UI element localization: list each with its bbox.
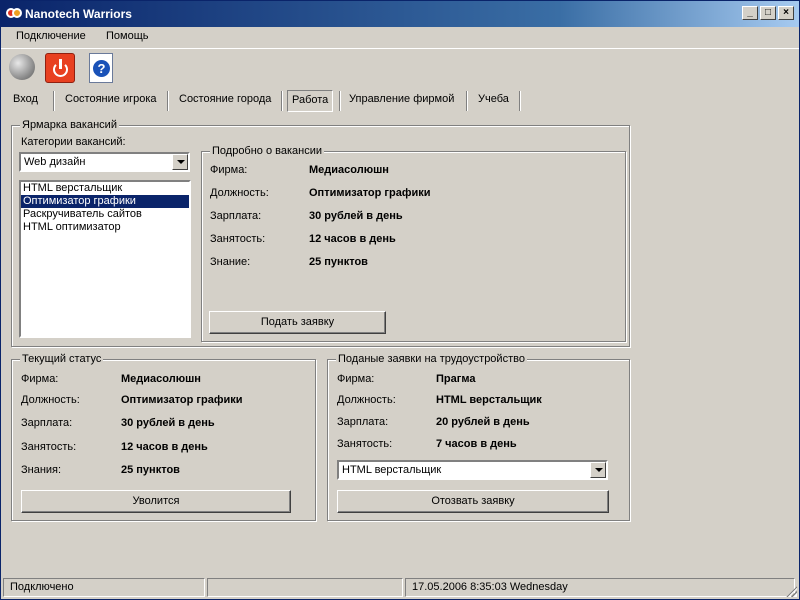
detail-position-label: Должность: — [210, 187, 269, 199]
window-title: Nanotech Warriors — [25, 7, 132, 21]
categories-label: Категории вакансий: — [21, 136, 126, 148]
applications-group: Поданые заявки на трудоустройство Фирма:… — [327, 353, 630, 521]
tab-separator — [53, 91, 55, 111]
app-logo-icon — [6, 7, 22, 21]
menu-bar: Подключение Помощь — [1, 27, 799, 47]
status-knowledge-label: Знания: — [21, 464, 62, 476]
help-button[interactable]: ? — [87, 53, 117, 83]
datetime-status: 17.05.2006 8:35:03 Wednesday — [405, 578, 795, 597]
app-position-label: Должность: — [337, 394, 396, 406]
app-salary-label: Зарплата: — [337, 416, 389, 428]
application-dropdown-button[interactable] — [590, 462, 606, 478]
detail-firm-value: Медиасолюшн — [309, 164, 389, 176]
list-item[interactable]: Раскручиватель сайтов — [21, 208, 189, 221]
status-employment-label: Занятость: — [21, 441, 77, 453]
apply-button[interactable]: Подать заявку — [209, 311, 386, 334]
toolbar: ? — [1, 48, 799, 88]
status-firm-label: Фирма: — [21, 373, 59, 385]
list-item[interactable]: HTML верстальщик — [21, 182, 189, 195]
tab-separator — [167, 91, 169, 111]
app-window: Nanotech Warriors _ □ × Подключение Помо… — [0, 0, 800, 600]
status-knowledge-value: 25 пунктов — [121, 464, 180, 476]
status-salary-label: Зарплата: — [21, 417, 73, 429]
detail-position-value: Оптимизатор графики — [309, 187, 431, 199]
applications-title: Поданые заявки на трудоустройство — [336, 353, 527, 365]
current-status-group: Текущий статус Фирма: Медиасолюшн Должно… — [11, 353, 316, 521]
app-position-value: HTML верстальщик — [436, 394, 542, 406]
app-employment-value: 7 часов в день — [436, 438, 517, 450]
detail-salary-value: 30 рублей в день — [309, 210, 403, 222]
tab-bar: Вход Состояние игрока Состояние города Р… — [1, 88, 799, 114]
application-selected-value: HTML верстальщик — [342, 464, 442, 476]
app-firm-value: Прагма — [436, 373, 476, 385]
status-salary-value: 30 рублей в день — [121, 417, 215, 429]
tab-work[interactable]: Работа — [287, 90, 334, 112]
tab-separator — [466, 91, 468, 111]
vacancy-details-group: Подробно о вакансии Фирма: Медиасолюшн Д… — [201, 145, 626, 342]
detail-salary-label: Зарплата: — [210, 210, 262, 222]
list-item[interactable]: HTML оптимизатор — [21, 221, 189, 234]
menu-connection[interactable]: Подключение — [16, 30, 86, 42]
globe-icon — [9, 54, 35, 80]
status-position-label: Должность: — [21, 394, 80, 406]
category-select[interactable]: Web дизайн — [19, 152, 190, 172]
menu-help[interactable]: Помощь — [106, 30, 149, 42]
app-salary-value: 20 рублей в день — [436, 416, 530, 428]
tab-study[interactable]: Учеба — [476, 90, 511, 112]
detail-employment-label: Занятость: — [210, 233, 266, 245]
title-bar[interactable]: Nanotech Warriors _ □ × — [1, 1, 799, 27]
power-icon — [45, 53, 75, 83]
minimize-button[interactable]: _ — [742, 6, 758, 20]
withdraw-button[interactable]: Отозвать заявку — [337, 490, 609, 513]
job-fair-group: Ярмарка вакансий Категории вакансий: Web… — [11, 119, 630, 347]
tab-city-status[interactable]: Состояние города — [177, 90, 273, 112]
chevron-down-icon — [177, 160, 185, 164]
category-selected-value: Web дизайн — [24, 156, 86, 168]
detail-firm-label: Фирма: — [210, 164, 248, 176]
app-employment-label: Занятость: — [337, 438, 393, 450]
status-panel-empty — [207, 578, 403, 597]
status-position-value: Оптимизатор графики — [121, 394, 243, 406]
status-employment-value: 12 часов в день — [121, 441, 208, 453]
status-bar: Подключено 17.05.2006 8:35:03 Wednesday — [1, 576, 799, 599]
tab-firm-management[interactable]: Управление фирмой — [347, 90, 456, 112]
tab-login[interactable]: Вход — [11, 90, 40, 112]
detail-knowledge-label: Знание: — [210, 256, 251, 268]
disconnect-button[interactable] — [45, 53, 75, 83]
tab-separator — [519, 91, 521, 111]
resize-grip-icon[interactable] — [785, 585, 797, 597]
connect-button[interactable] — [8, 53, 38, 83]
quit-button[interactable]: Уволится — [21, 490, 291, 513]
connection-status: Подключено — [3, 578, 205, 597]
job-fair-title: Ярмарка вакансий — [20, 119, 119, 131]
tab-separator — [339, 91, 341, 111]
current-status-title: Текущий статус — [20, 353, 104, 365]
vacancy-details-title: Подробно о вакансии — [210, 145, 325, 157]
list-item-selected[interactable]: Оптимизатор графики — [21, 195, 189, 208]
app-firm-label: Фирма: — [337, 373, 375, 385]
tab-player-status[interactable]: Состояние игрока — [63, 90, 159, 112]
detail-knowledge-value: 25 пунктов — [309, 256, 368, 268]
maximize-button[interactable]: □ — [760, 6, 776, 20]
status-firm-value: Медиасолюшн — [121, 373, 201, 385]
tab-separator — [281, 91, 283, 111]
chevron-down-icon — [595, 468, 603, 472]
close-button[interactable]: × — [778, 6, 794, 20]
help-icon: ? — [89, 53, 113, 83]
application-select[interactable]: HTML верстальщик — [337, 460, 608, 480]
detail-employment-value: 12 часов в день — [309, 233, 396, 245]
category-dropdown-button[interactable] — [172, 154, 188, 170]
vacancy-list[interactable]: HTML верстальщик Оптимизатор графики Рас… — [19, 180, 191, 338]
